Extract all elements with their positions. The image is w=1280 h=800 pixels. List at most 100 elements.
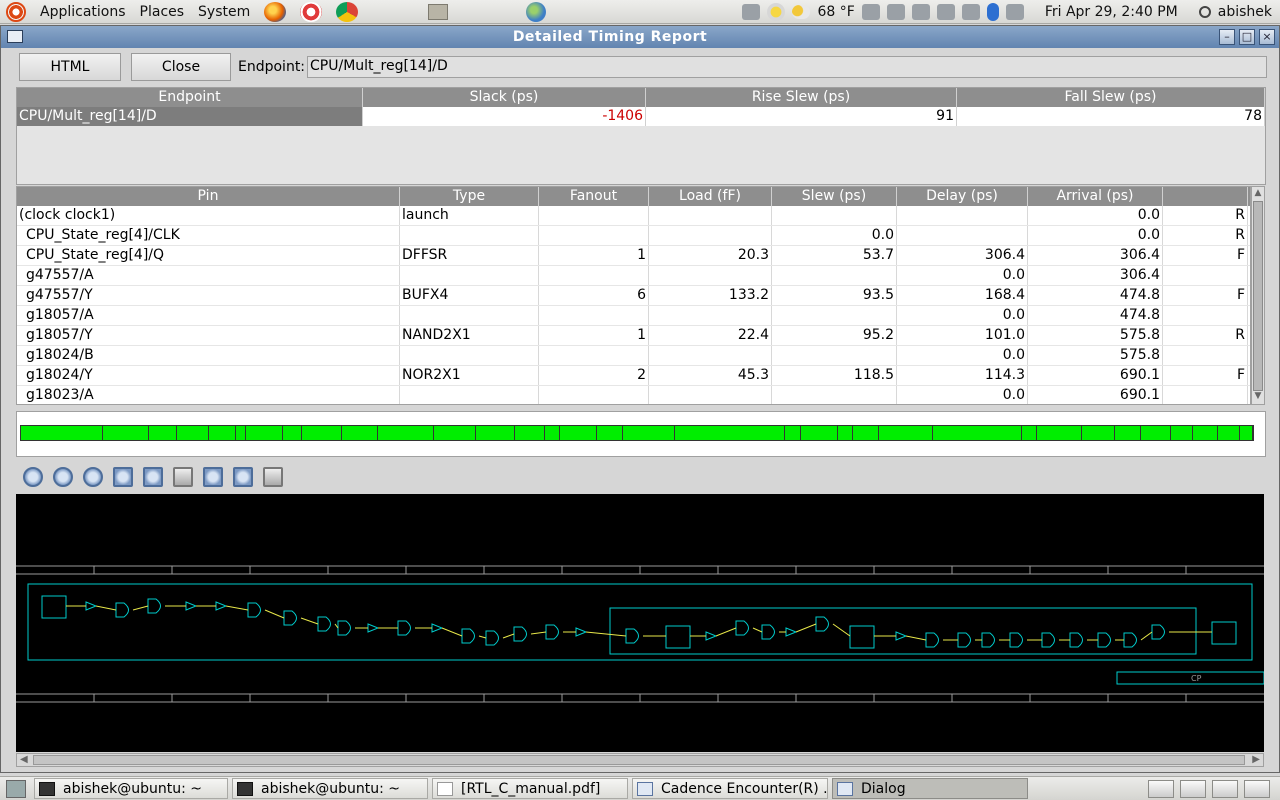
delay-segment[interactable] bbox=[1081, 426, 1116, 440]
keyboard-icon[interactable] bbox=[742, 3, 761, 20]
workspace-1[interactable] bbox=[1148, 779, 1174, 798]
scroll-left-icon[interactable]: ◀ bbox=[20, 754, 28, 765]
delay-segment[interactable] bbox=[1115, 426, 1142, 440]
delay-segment[interactable] bbox=[675, 426, 785, 440]
mail-icon[interactable] bbox=[1005, 3, 1024, 20]
window-menu-icon[interactable] bbox=[7, 30, 23, 43]
delay-segment[interactable] bbox=[1022, 426, 1038, 440]
delay-segment[interactable] bbox=[933, 426, 1023, 440]
zoom-selection-icon[interactable] bbox=[143, 467, 163, 487]
delay-segment[interactable] bbox=[476, 426, 516, 440]
delay-segment[interactable] bbox=[21, 426, 103, 440]
close-window-icon[interactable]: × bbox=[1259, 29, 1275, 45]
delay-segment[interactable] bbox=[282, 426, 302, 440]
clock[interactable]: Fri Apr 29, 2:40 PM bbox=[1045, 4, 1178, 20]
network-icon[interactable] bbox=[886, 3, 905, 20]
summary-row[interactable]: CPU/Mult_reg[14]/D -1406 91 78 bbox=[17, 107, 1265, 126]
delay-segment[interactable] bbox=[149, 426, 177, 440]
maximize-icon[interactable]: □ bbox=[1239, 29, 1255, 45]
show-desktop-icon[interactable] bbox=[6, 779, 26, 798]
table-row[interactable]: (clock clock1) launch 0.0 R bbox=[17, 206, 1250, 226]
table-row[interactable]: g18024/Y NOR2X1 2 45.3 118.5 114.3 690.1 F bbox=[17, 366, 1250, 386]
delay-segment[interactable] bbox=[1239, 426, 1253, 440]
scroll-right-icon[interactable]: ▶ bbox=[1252, 754, 1260, 765]
schematic-scroll-thumb[interactable] bbox=[33, 755, 1245, 765]
html-button[interactable]: HTML bbox=[19, 53, 121, 81]
delay-segment[interactable] bbox=[544, 426, 560, 440]
delay-segment[interactable] bbox=[236, 426, 246, 440]
delay-segment[interactable] bbox=[1171, 426, 1194, 440]
path-col-pin[interactable]: Pin bbox=[17, 187, 400, 206]
path-col-load[interactable]: Load (fF) bbox=[649, 187, 772, 206]
workspace-3[interactable] bbox=[1212, 779, 1238, 798]
workspace-2[interactable] bbox=[1180, 779, 1206, 798]
display-icon[interactable] bbox=[936, 3, 955, 20]
zoom-in-icon[interactable] bbox=[23, 467, 43, 487]
delay-segment[interactable] bbox=[1037, 426, 1082, 440]
weather-temp[interactable]: 68 °F bbox=[817, 4, 854, 20]
table-row[interactable]: g18024/B 0.0 575.8 bbox=[17, 346, 1250, 366]
summary-endpoint[interactable]: CPU/Mult_reg[14]/D bbox=[17, 107, 363, 126]
task-encounter[interactable]: Cadence Encounter(R) ... bbox=[632, 778, 828, 799]
zoom-fit-icon[interactable] bbox=[113, 467, 133, 487]
firefox-icon[interactable] bbox=[264, 1, 287, 22]
delay-segment[interactable] bbox=[515, 426, 545, 440]
delay-segment[interactable] bbox=[301, 426, 343, 440]
minimize-icon[interactable]: – bbox=[1219, 29, 1235, 45]
trash-icon[interactable] bbox=[1244, 779, 1270, 798]
system-menu[interactable]: System bbox=[198, 4, 250, 20]
delay-segment[interactable] bbox=[433, 426, 477, 440]
delay-segment[interactable] bbox=[177, 426, 209, 440]
titlebar[interactable]: Detailed Timing Report – □ × bbox=[1, 26, 1279, 48]
path-table-scrollbar[interactable]: ▲ ▼ bbox=[1251, 186, 1265, 405]
delay-segment[interactable] bbox=[102, 426, 150, 440]
brightness-icon[interactable] bbox=[767, 2, 786, 21]
task-terminal-2[interactable]: abishek@ubuntu: ~ bbox=[232, 778, 428, 799]
zoom-out-icon[interactable] bbox=[83, 467, 103, 487]
table-row[interactable]: CPU_State_reg[4]/Q DFFSR 1 20.3 53.7 306.4 306… bbox=[17, 246, 1250, 266]
power-icon[interactable] bbox=[1198, 5, 1211, 18]
delay-segment[interactable] bbox=[801, 426, 839, 440]
table-row[interactable]: g47557/Y BUFX4 6 133.2 93.5 168.4 474.8 F bbox=[17, 286, 1250, 306]
delay-segment[interactable] bbox=[623, 426, 676, 440]
endpoint-field[interactable]: CPU/Mult_reg[14]/D bbox=[307, 56, 1267, 78]
delay-bar[interactable] bbox=[20, 425, 1254, 441]
chrome-icon[interactable] bbox=[336, 1, 359, 22]
path-col-arrival[interactable]: Arrival (ps) bbox=[1028, 187, 1163, 206]
schematic-view[interactable]: CP bbox=[16, 494, 1265, 752]
summary-col-rise-slew[interactable]: Rise Slew (ps) bbox=[646, 88, 957, 107]
delay-segment[interactable] bbox=[1193, 426, 1218, 440]
path-col-slew[interactable]: Slew (ps) bbox=[772, 187, 897, 206]
printer-icon[interactable] bbox=[911, 3, 930, 20]
print-icon[interactable] bbox=[263, 467, 283, 487]
filter-icon[interactable] bbox=[203, 467, 223, 487]
volume-icon[interactable] bbox=[961, 3, 980, 20]
path-col-delay[interactable]: Delay (ps) bbox=[897, 187, 1028, 206]
delay-segment[interactable] bbox=[208, 426, 237, 440]
schematic-scrollbar[interactable]: ◀ ▶ bbox=[16, 753, 1264, 767]
globe-icon[interactable] bbox=[526, 1, 547, 22]
path-col-fanout[interactable]: Fanout bbox=[539, 187, 649, 206]
summary-col-endpoint[interactable]: Endpoint bbox=[17, 88, 363, 107]
delay-segment[interactable] bbox=[1141, 426, 1172, 440]
select-cursor-icon[interactable] bbox=[173, 467, 193, 487]
bluetooth-icon[interactable] bbox=[986, 2, 999, 21]
task-dialog[interactable]: Dialog bbox=[832, 778, 1028, 799]
close-button[interactable]: Close bbox=[131, 53, 231, 81]
delay-segment[interactable] bbox=[879, 426, 934, 440]
table-row[interactable]: g18057/Y NAND2X1 1 22.4 95.2 101.0 575.8 R bbox=[17, 326, 1250, 346]
weather-icon[interactable] bbox=[792, 4, 811, 19]
help-icon[interactable] bbox=[300, 1, 323, 22]
delay-segment[interactable] bbox=[342, 426, 378, 440]
delay-segment[interactable] bbox=[853, 426, 880, 440]
path-col-edge[interactable] bbox=[1163, 187, 1248, 206]
hands-icon[interactable] bbox=[861, 3, 880, 20]
scroll-up-icon[interactable]: ▲ bbox=[1252, 188, 1264, 200]
username[interactable]: abishek bbox=[1218, 4, 1272, 20]
delay-segment[interactable] bbox=[784, 426, 802, 440]
schematic-canvas[interactable]: CP bbox=[16, 494, 1265, 752]
table-row[interactable]: g18023/A 0.0 690.1 bbox=[17, 386, 1250, 404]
ubuntu-logo-icon[interactable] bbox=[6, 1, 26, 22]
zoom-icon[interactable] bbox=[53, 467, 73, 487]
delay-segment[interactable] bbox=[377, 426, 434, 440]
